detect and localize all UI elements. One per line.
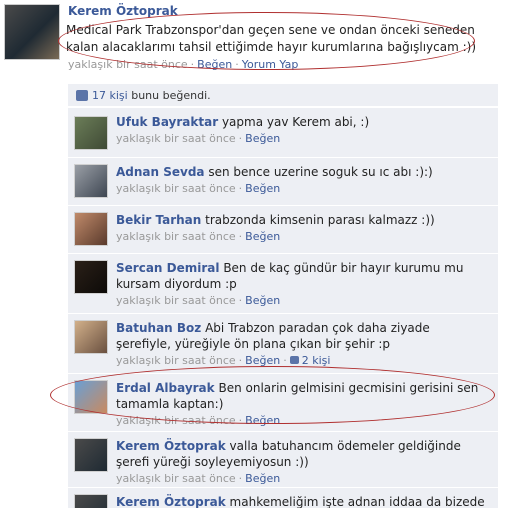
comment-timestamp[interactable]: yaklaşık bir saat önce bbox=[116, 354, 236, 367]
commenter-avatar[interactable] bbox=[74, 380, 108, 414]
comment-likes-count[interactable]: 2 kişi bbox=[302, 354, 331, 367]
comment-timestamp[interactable]: yaklaşık bir saat önce bbox=[116, 230, 236, 243]
comment-item: Adnan Sevda sen bence uzerine soguk su ı… bbox=[68, 157, 498, 205]
comment-like-link[interactable]: Beğen bbox=[245, 182, 280, 195]
commenter-avatar[interactable] bbox=[74, 438, 108, 472]
comment-like-link[interactable]: Beğen bbox=[245, 294, 280, 307]
comment-item: Erdal Albayrak Ben onlarin gelmisini gec… bbox=[68, 373, 498, 431]
comment-item: Kerem Öztoprak mahkemeliğim işte adnan i… bbox=[68, 487, 498, 508]
thumbs-up-icon bbox=[76, 90, 88, 101]
comment-like-link[interactable]: Beğen bbox=[245, 230, 280, 243]
commenter-name[interactable]: Ufuk Bayraktar bbox=[116, 115, 218, 129]
commenter-avatar[interactable] bbox=[74, 494, 108, 508]
comment-item: Kerem Öztoprak valla batuhancım ödemeler… bbox=[68, 431, 498, 487]
likes-summary: 17 kişi bunu beğendi. bbox=[68, 84, 498, 106]
commenter-avatar[interactable] bbox=[74, 212, 108, 246]
commenter-name[interactable]: Bekir Tarhan bbox=[116, 213, 201, 227]
comment-text: trabzonda kimsenin parası kalmazz :)) bbox=[205, 213, 435, 227]
comment-timestamp[interactable]: yaklaşık bir saat önce bbox=[116, 472, 236, 485]
post-like-link[interactable]: Beğen bbox=[197, 58, 232, 71]
comment-thumbs-up-icon bbox=[289, 356, 299, 364]
commenter-name[interactable]: Kerem Öztoprak bbox=[116, 439, 226, 453]
comment-item: Batuhan Boz Abi Trabzon paradan çok daha… bbox=[68, 313, 498, 373]
comment-like-link[interactable]: Beğen bbox=[245, 132, 280, 145]
post-meta: yaklaşık bir saat önce · Beğen · Yorum Yap bbox=[68, 58, 299, 71]
comment-like-link[interactable]: Beğen bbox=[245, 414, 280, 427]
comment-item: Ufuk Bayraktar yapma yav Kerem abi, :) y… bbox=[68, 107, 498, 157]
comment-timestamp[interactable]: yaklaşık bir saat önce bbox=[116, 414, 236, 427]
post-author-avatar[interactable] bbox=[4, 4, 60, 60]
comment-timestamp[interactable]: yaklaşık bir saat önce bbox=[116, 294, 236, 307]
commenter-avatar[interactable] bbox=[74, 320, 108, 354]
commenter-name[interactable]: Sercan Demiral bbox=[116, 261, 219, 275]
commenter-name[interactable]: Erdal Albayrak bbox=[116, 381, 215, 395]
comment-timestamp[interactable]: yaklaşık bir saat önce bbox=[116, 182, 236, 195]
post-text: Medical Park Trabzonspor'dan geçen sene … bbox=[66, 23, 477, 54]
comment-item: Bekir Tarhan trabzonda kimsenin parası k… bbox=[68, 205, 498, 253]
post-author-name[interactable]: Kerem Öztoprak bbox=[68, 4, 178, 18]
post-timestamp[interactable]: yaklaşık bir saat önce bbox=[68, 58, 188, 71]
comment-text: sen bence uzerine soguk su ıc abı :):) bbox=[208, 165, 433, 179]
commenter-avatar[interactable] bbox=[74, 164, 108, 198]
commenter-avatar[interactable] bbox=[74, 116, 108, 150]
comment-text: yapma yav Kerem abi, :) bbox=[221, 115, 370, 129]
post-comment-link[interactable]: Yorum Yap bbox=[242, 58, 299, 71]
commenter-name[interactable]: Adnan Sevda bbox=[116, 165, 205, 179]
commenter-avatar[interactable] bbox=[74, 260, 108, 294]
likes-suffix: bunu beğendi. bbox=[131, 89, 211, 102]
likes-count-link[interactable]: 17 kişi bbox=[92, 89, 128, 102]
comment-timestamp[interactable]: yaklaşık bir saat önce bbox=[116, 132, 236, 145]
comment-like-link[interactable]: Beğen bbox=[245, 472, 280, 485]
comment-like-link[interactable]: Beğen bbox=[245, 354, 280, 367]
commenter-name[interactable]: Kerem Öztoprak bbox=[116, 495, 226, 508]
commenter-name[interactable]: Batuhan Boz bbox=[116, 321, 201, 335]
comment-item: Sercan Demiral Ben de kaç gündür bir hay… bbox=[68, 253, 498, 313]
